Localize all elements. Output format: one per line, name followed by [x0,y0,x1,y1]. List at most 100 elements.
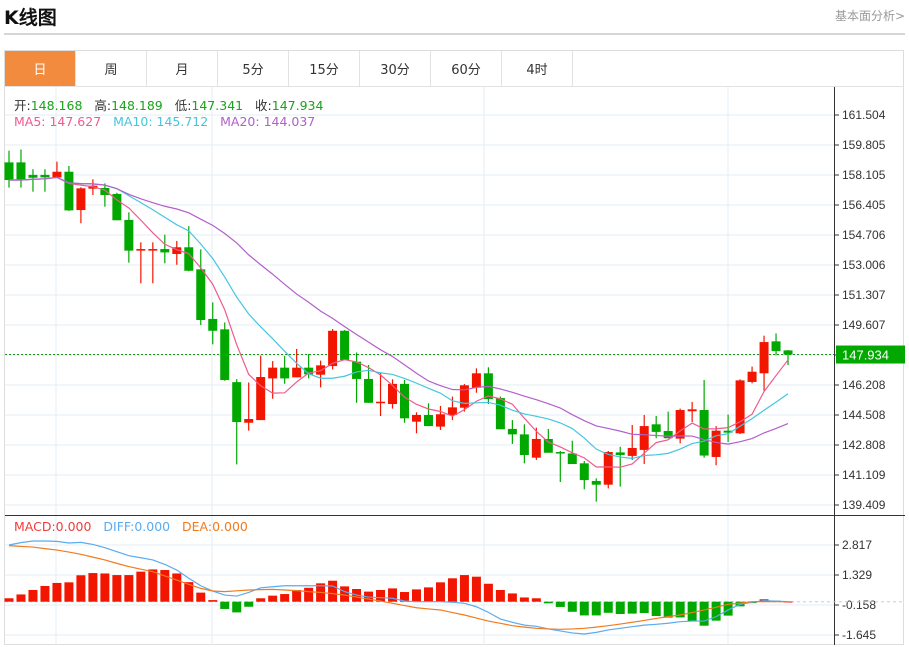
macd-bar [447,578,457,602]
candle-up [268,367,278,379]
macd-bar [76,575,86,602]
macd-bar [340,586,350,602]
high-value: 148.189 [111,98,163,113]
candle-up [292,367,302,378]
macd-bar [280,594,290,602]
macd-bar [519,597,529,602]
macd-bar [112,575,122,602]
macd-legend-value: MACD:0.000 [14,519,92,534]
close-value: 147.934 [271,98,324,113]
macd-tick-label: 1.329 [842,568,872,582]
macd-bar [627,601,637,614]
price-tick-label: 141.109 [842,468,886,482]
macd-bar [663,601,673,618]
high-label: 高: [94,98,112,113]
macd-bar [244,601,254,607]
macd-bar [411,589,421,602]
macd-bar [124,575,134,602]
macd-bar [292,590,302,602]
candle-up [388,383,398,405]
macd-bar [376,590,386,602]
candle-up [687,409,697,412]
price-tick-label: 154.706 [842,228,886,242]
candle-down [40,174,50,178]
macd-bar [64,582,74,602]
candle-down [364,378,374,403]
macd-bar [603,601,613,613]
price-tick-label: 146.208 [842,378,886,392]
candle-down [579,463,589,481]
candle-up [603,452,613,485]
candle-up [627,447,637,456]
candle-down [64,171,74,211]
candle-down [507,428,517,435]
candle-down [124,219,134,251]
candle-up [244,419,254,423]
candle-down [280,367,290,379]
candle-down [184,247,194,271]
macd-bar [88,573,98,602]
candle-up [411,414,421,422]
macd-bar [220,601,230,609]
candle-down [400,383,410,419]
macd-bar [100,573,110,602]
macd-bar [483,583,493,602]
ma5-legend: MA5: 147.627 [14,114,102,129]
candle-down [591,480,601,485]
macd-bar [591,601,601,616]
candle-down [771,341,781,352]
price-tick-label: 161.504 [842,108,886,122]
macd-bar [507,593,517,602]
macd-tick-label: -0.158 [842,598,876,612]
candle-down [567,453,577,465]
candle-down [555,452,565,454]
candle-down [651,424,661,432]
candle-down [208,318,218,331]
open-value: 148.168 [30,98,83,113]
candle-down [196,269,206,320]
candle-down [220,329,230,381]
price-tick-label: 158.105 [842,168,886,182]
candle-down [340,330,350,361]
macd-tick-label: 2.817 [842,538,872,552]
macd-bar [328,580,338,602]
macd-tick-label: -1.645 [842,628,876,642]
candle-up [759,342,769,374]
ohlc-legend: 开:148.168 高:148.189 低:147.341 收:147.934 [14,95,323,114]
candle-down [160,249,170,253]
candle-up [675,410,685,439]
macd-bar [459,575,469,602]
macd-bar [423,587,433,602]
macd-bar [232,601,242,613]
price-tick-label: 159.805 [842,138,886,152]
macd-bar [579,601,589,616]
candle-up [148,249,158,251]
macd-bar [555,601,565,607]
close-label: 收: [255,98,272,113]
low-label: 低: [174,98,192,113]
candle-down [16,162,26,181]
candle-down [232,382,242,423]
candle-up [328,330,338,367]
diff-legend-value: DIFF:0.000 [103,519,171,534]
macd-bar [172,573,182,602]
current-price-label: 147.934 [842,348,889,363]
macd-bar [471,576,481,602]
price-tick-label: 139.409 [842,498,886,512]
ma20-line [9,176,789,445]
price-tick-label: 144.508 [842,408,886,422]
candle-up [735,380,745,434]
macd-bar [16,594,26,602]
price-tick-label: 156.405 [842,198,886,212]
candle-down [4,162,14,181]
candle-down [699,410,709,456]
price-tick-label: 142.808 [842,438,886,452]
candle-up [136,249,146,251]
macd-bar [268,595,278,602]
macd-bar [435,582,445,602]
dea-legend-value: DEA:0.000 [182,519,248,534]
candle-down [783,350,793,355]
candle-down [495,398,505,430]
price-tick-label: 151.307 [842,288,886,302]
candle-up [747,371,757,382]
